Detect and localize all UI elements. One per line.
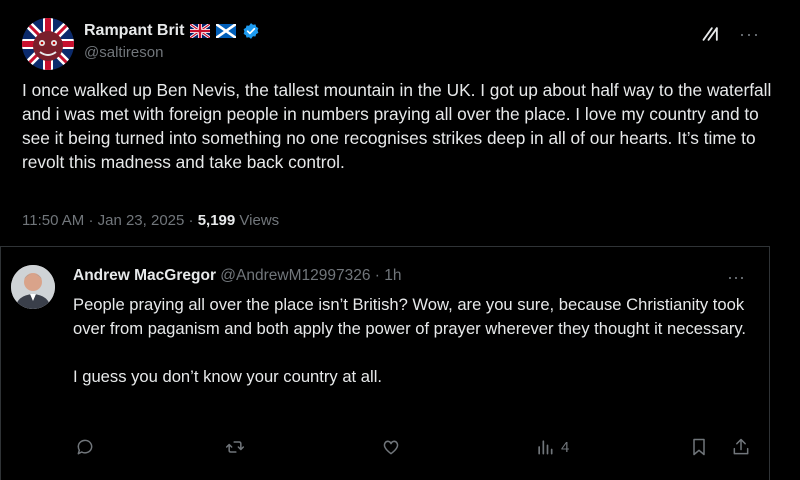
uk-flag-icon [190,24,211,38]
post-date[interactable]: Jan 23, 2025 [98,212,185,229]
reply-button[interactable] [75,437,95,457]
bookmark-button[interactable] [689,437,709,457]
more-options-icon[interactable]: ··· [727,267,745,288]
share-button[interactable] [731,437,751,457]
reply-text: People praying all over the place isn’t … [73,293,753,413]
person-avatar-icon [11,265,55,309]
views-label: Views [239,212,280,229]
avatar[interactable] [11,265,55,309]
reply-author-name[interactable]: Andrew MacGregor [73,267,216,284]
reply-author-handle[interactable]: @AndrewM12997326 [220,267,370,284]
reply-separator: · [374,267,380,284]
comment-icon [77,439,93,455]
reply-post[interactable]: Andrew MacGregor @AndrewM12997326 · 1h ·… [0,246,770,480]
main-post: Rampant Brit @saltireson ··· I once walk… [0,0,784,244]
post-meta: 11:50 AM · Jan 23, 2025 · 5,199 Views [22,212,279,229]
repost-icon [225,441,245,453]
post-text: I once walked up Ben Nevis, the tallest … [22,80,777,172]
repost-button[interactable] [225,437,245,457]
verified-badge-icon[interactable] [242,22,260,40]
author-name-text[interactable]: Rampant Brit [84,22,184,40]
like-button[interactable] [381,437,401,457]
more-options-icon[interactable]: ··· [739,25,760,43]
reply-paragraph: I guess you don’t know your country at a… [73,367,382,386]
meta-separator: · [188,212,194,229]
reply-header: Andrew MacGregor @AndrewM12997326 · 1h [73,267,402,285]
reply-age[interactable]: 1h [384,267,401,284]
reply-actions: 4 [75,437,755,461]
lion-avatar-icon [22,18,74,70]
share-icon [733,438,749,455]
author-name[interactable]: Rampant Brit [84,22,260,40]
views-button[interactable]: 4 [535,437,569,457]
views-count[interactable]: 5,199 [198,212,236,229]
meta-separator: · [88,212,94,229]
heart-icon [383,440,399,455]
author-handle[interactable]: @saltireson [84,44,163,61]
post-time[interactable]: 11:50 AM [22,212,84,229]
analytics-icon [538,440,553,455]
grok-icon[interactable] [701,24,721,44]
reply-paragraph: People praying all over the place isn’t … [73,295,747,338]
reply-views-count: 4 [561,438,570,456]
avatar[interactable] [22,18,74,70]
scotland-flag-icon [216,24,237,38]
bookmark-icon [693,438,705,456]
post-top-actions: ··· [701,24,760,44]
